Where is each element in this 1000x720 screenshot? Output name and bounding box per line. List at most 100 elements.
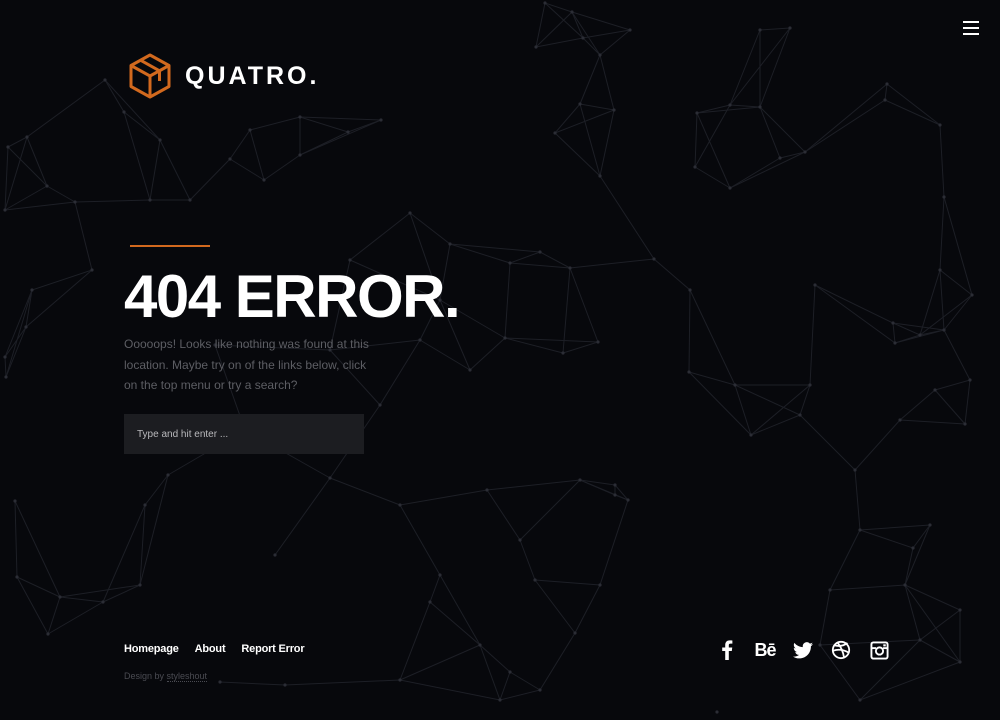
credit-link[interactable]: styleshout bbox=[166, 671, 208, 682]
network-link bbox=[263, 154, 301, 181]
network-link bbox=[299, 116, 382, 121]
network-node bbox=[813, 283, 817, 287]
footer-link-homepage[interactable]: Homepage bbox=[124, 643, 179, 655]
network-node bbox=[858, 698, 862, 702]
site-logo[interactable]: QUATRO. bbox=[126, 52, 319, 100]
dribbble-icon bbox=[831, 640, 851, 660]
network-node bbox=[533, 578, 537, 582]
network-link bbox=[159, 139, 191, 201]
network-link bbox=[759, 27, 791, 108]
network-node bbox=[103, 78, 107, 82]
network-link bbox=[486, 479, 581, 491]
network-node bbox=[298, 153, 302, 157]
network-node bbox=[928, 523, 932, 527]
network-link bbox=[734, 384, 801, 416]
network-node bbox=[613, 493, 617, 497]
network-link bbox=[829, 584, 906, 591]
network-link bbox=[729, 104, 761, 108]
network-node bbox=[598, 53, 602, 57]
network-node bbox=[958, 660, 962, 664]
network-node bbox=[101, 600, 105, 604]
network-node bbox=[4, 375, 8, 379]
page: QUATRO. 404 ERROR. Ooooops! Looks like n… bbox=[0, 0, 1000, 720]
network-node bbox=[188, 198, 192, 202]
network-link bbox=[729, 157, 781, 189]
search-input[interactable] bbox=[124, 414, 364, 454]
network-link bbox=[688, 289, 691, 373]
network-node bbox=[970, 293, 974, 297]
network-link bbox=[729, 151, 806, 189]
dribbble-link[interactable] bbox=[828, 638, 854, 662]
menu-bar bbox=[963, 21, 979, 23]
network-node bbox=[903, 583, 907, 587]
network-node bbox=[918, 638, 922, 642]
network-node bbox=[695, 111, 699, 115]
network-link bbox=[894, 334, 921, 344]
hamburger-menu-icon[interactable] bbox=[960, 18, 982, 38]
network-node bbox=[418, 338, 422, 342]
network-link bbox=[535, 37, 584, 48]
network-node bbox=[573, 631, 577, 635]
network-node bbox=[478, 643, 482, 647]
network-node bbox=[853, 468, 857, 472]
network-link bbox=[934, 379, 971, 391]
behance-link[interactable]: Bē bbox=[752, 638, 778, 662]
network-link bbox=[750, 414, 801, 436]
network-node bbox=[958, 608, 962, 612]
network-node bbox=[612, 108, 616, 112]
facebook-link[interactable] bbox=[714, 638, 740, 662]
network-node bbox=[568, 266, 572, 270]
network-node bbox=[749, 433, 753, 437]
network-link bbox=[189, 158, 231, 201]
network-link bbox=[809, 284, 816, 386]
network-link bbox=[804, 83, 888, 153]
network-link bbox=[46, 185, 76, 203]
network-link bbox=[16, 576, 61, 598]
network-link bbox=[854, 419, 901, 471]
network-node bbox=[728, 103, 732, 107]
network-node bbox=[598, 583, 602, 587]
network-node bbox=[30, 288, 34, 292]
credit-prefix: Design by bbox=[124, 671, 167, 681]
twitter-icon bbox=[793, 641, 813, 658]
error-message: Ooooops! Looks like nothing was found at… bbox=[124, 337, 369, 392]
network-node bbox=[687, 370, 691, 374]
network-link bbox=[26, 136, 48, 187]
menu-bar bbox=[963, 33, 979, 35]
network-link bbox=[814, 284, 896, 344]
network-link bbox=[399, 489, 488, 506]
network-node bbox=[758, 105, 762, 109]
network-link bbox=[919, 269, 941, 336]
network-link bbox=[939, 196, 945, 271]
network-link bbox=[399, 504, 441, 576]
network-node bbox=[3, 208, 7, 212]
network-link bbox=[299, 119, 382, 156]
footer-link-report-error[interactable]: Report Error bbox=[241, 643, 304, 655]
instagram-link[interactable] bbox=[866, 638, 892, 662]
network-link bbox=[582, 29, 631, 39]
network-node bbox=[893, 341, 897, 345]
network-link bbox=[284, 679, 401, 686]
network-node bbox=[942, 328, 946, 332]
network-node bbox=[143, 503, 147, 507]
network-link bbox=[939, 269, 973, 296]
network-link bbox=[429, 601, 481, 646]
network-link bbox=[599, 109, 615, 177]
footer-link-about[interactable]: About bbox=[195, 643, 226, 655]
network-link bbox=[694, 112, 698, 168]
network-node bbox=[578, 478, 582, 482]
network-node bbox=[398, 678, 402, 682]
network-node bbox=[788, 26, 792, 30]
network-link bbox=[274, 477, 331, 556]
network-node bbox=[538, 688, 542, 692]
network-node bbox=[933, 388, 937, 392]
network-link bbox=[249, 116, 301, 131]
network-link bbox=[379, 339, 421, 406]
network-link bbox=[509, 671, 541, 691]
network-node bbox=[885, 82, 889, 86]
twitter-link[interactable] bbox=[790, 638, 816, 662]
network-node bbox=[733, 383, 737, 387]
cube-icon bbox=[129, 53, 171, 99]
network-node bbox=[918, 333, 922, 337]
instagram-icon bbox=[869, 640, 889, 660]
